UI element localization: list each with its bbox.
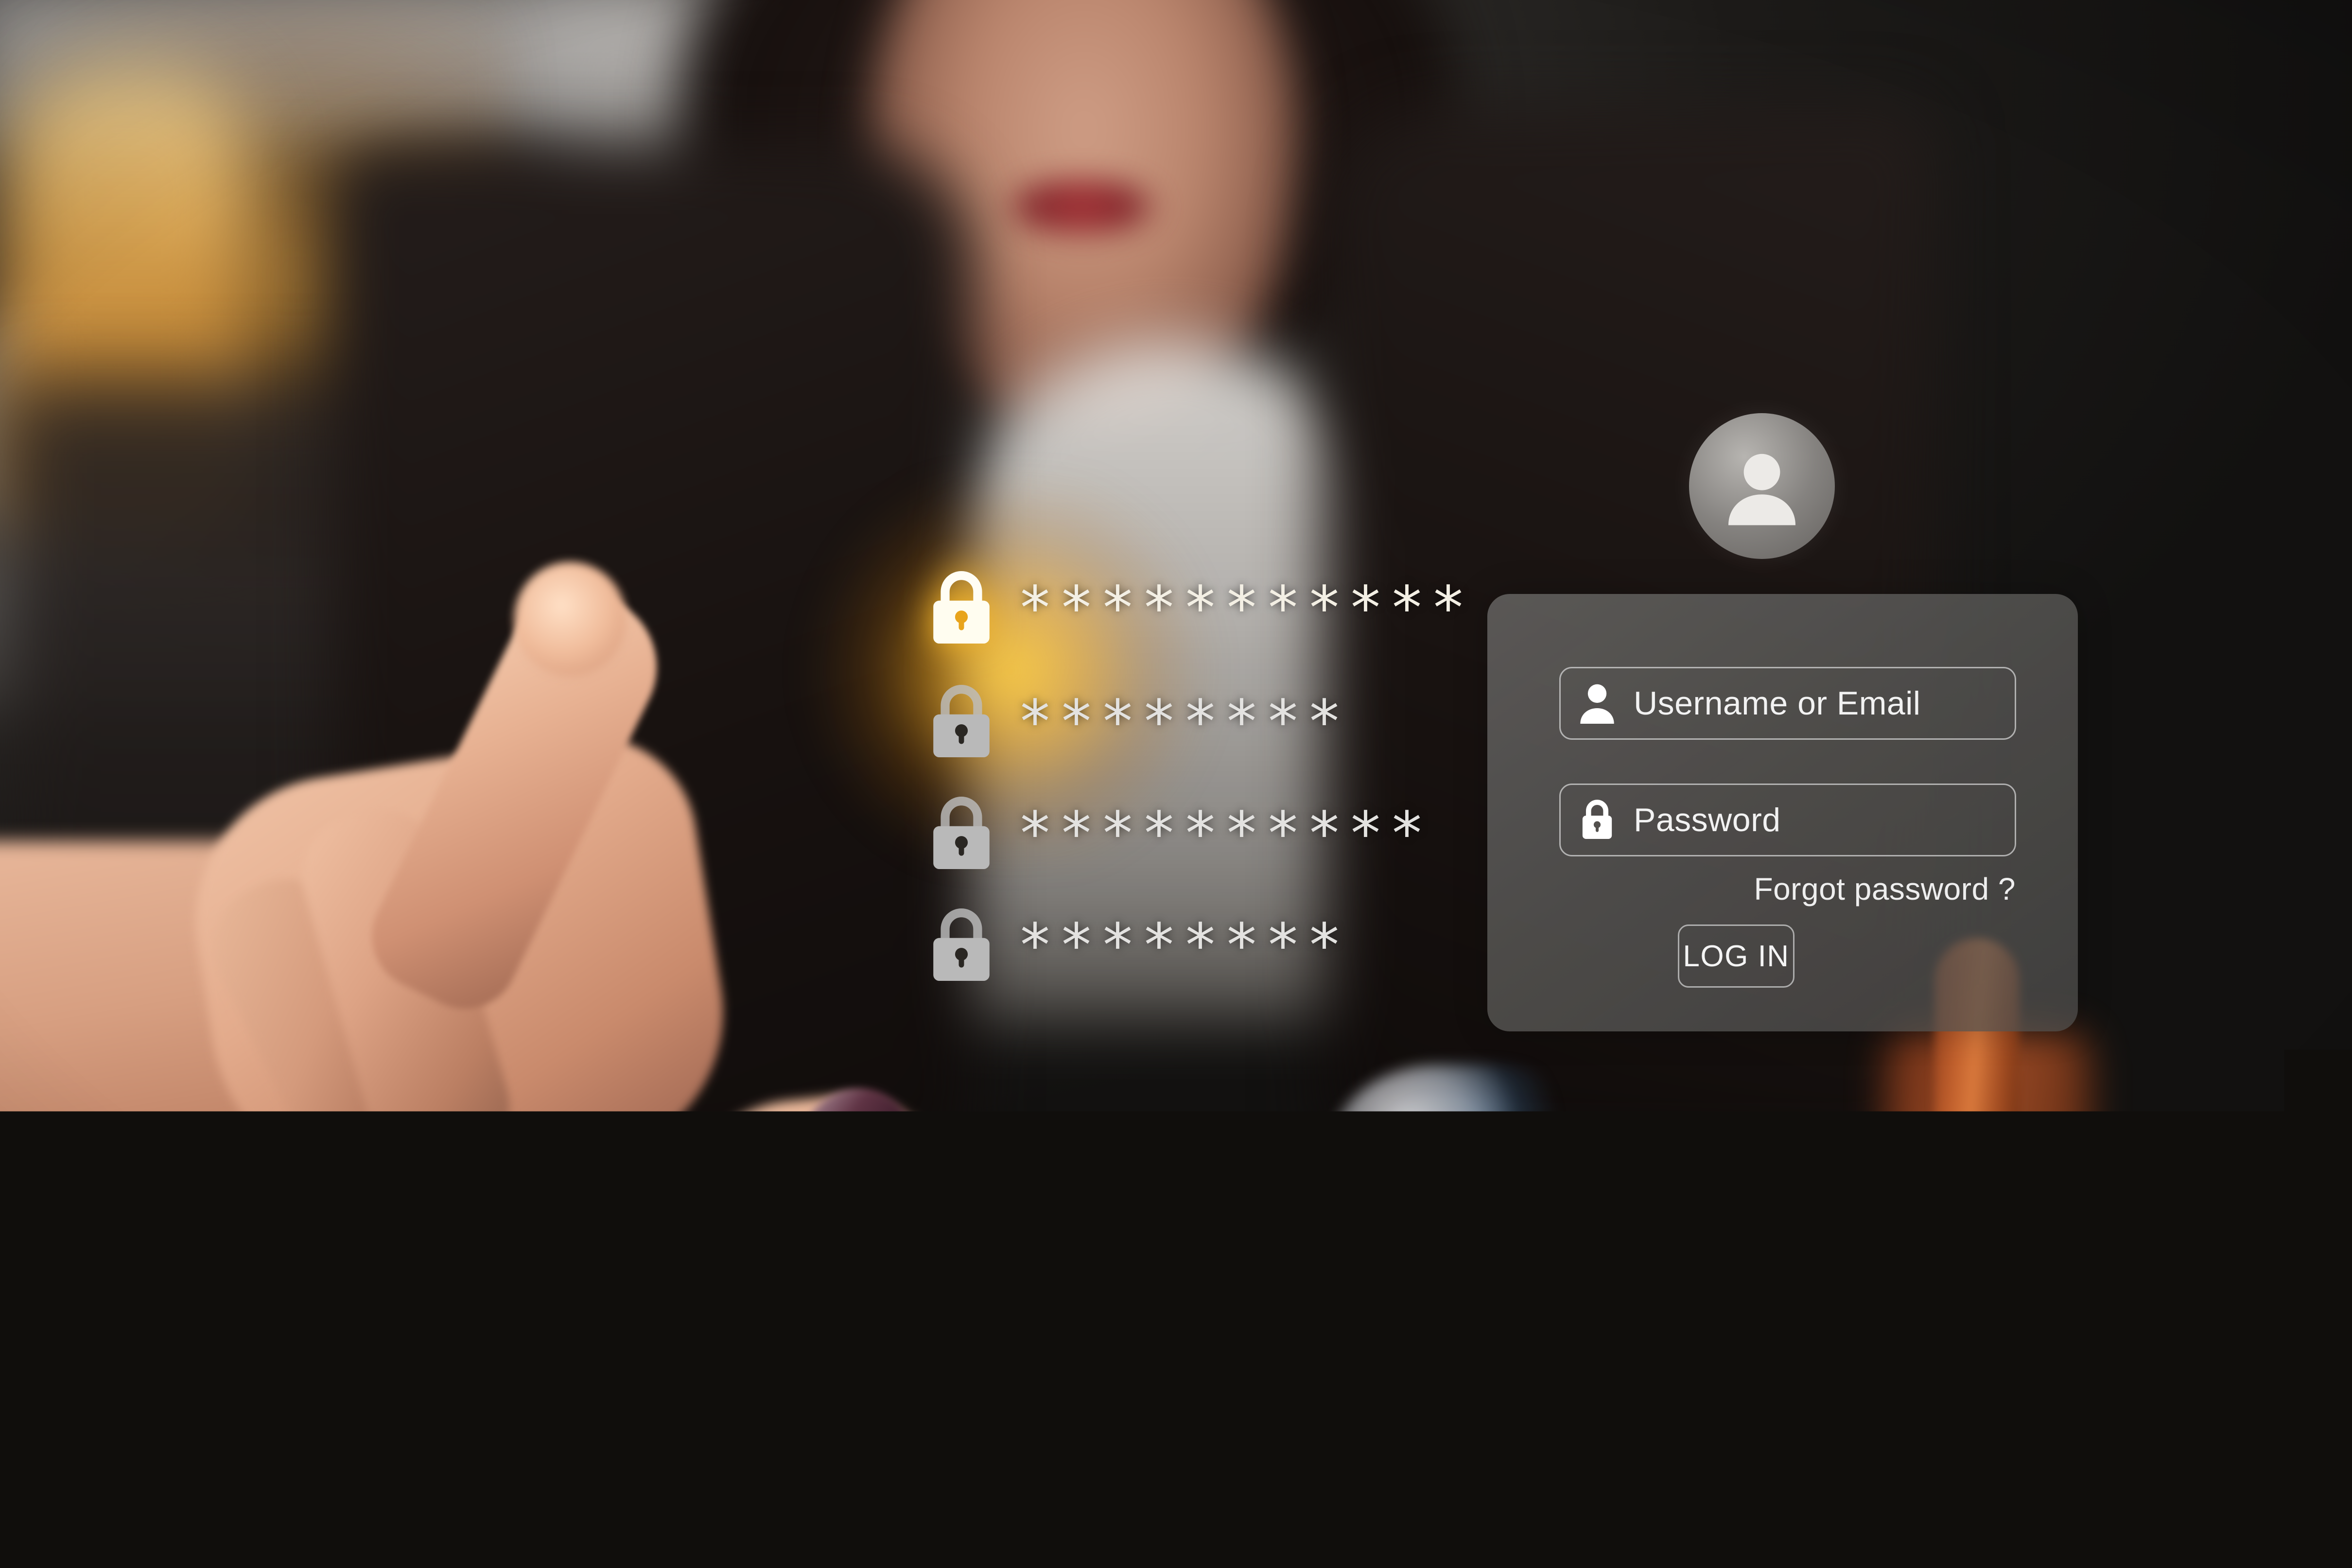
password-input[interactable]: Password — [1559, 784, 2016, 856]
person-icon — [1561, 681, 1634, 726]
notary-stamp-body — [1886, 1030, 2090, 1264]
password-row[interactable]: ******** — [926, 680, 1475, 764]
user-avatar-icon — [1717, 441, 1807, 531]
username-input[interactable]: Username or Email — [1559, 667, 2016, 740]
hand-index-fingertip — [514, 562, 626, 676]
background-desk-lamp — [0, 63, 253, 530]
screenshot-canvas: *********** ******** ********** ********… — [0, 0, 2352, 1568]
avatar — [1689, 413, 1835, 559]
person-lips — [1001, 180, 1162, 233]
wristwatch — [1332, 1064, 1604, 1273]
background-wall-clock — [0, 282, 248, 583]
password-rows-group: *********** ******** ********** ******** — [926, 566, 1475, 987]
password-row[interactable]: ********** — [926, 792, 1475, 875]
background-lamp-glow — [0, 0, 510, 656]
lock-icon[interactable] — [926, 904, 997, 987]
lock-icon[interactable] — [926, 792, 997, 875]
login-card: Username or Email Password Forgot passwo… — [1487, 594, 2078, 1031]
password-mask-text: ********** — [1020, 804, 1433, 863]
username-placeholder: Username or Email — [1634, 684, 1920, 722]
person-face — [870, 0, 1298, 428]
lock-icon-active[interactable] — [926, 566, 997, 650]
password-row[interactable]: *********** — [926, 566, 1475, 650]
notary-stamp-neck — [1917, 1162, 2039, 1254]
password-mask-text: ******** — [1020, 692, 1351, 751]
lock-icon[interactable] — [926, 680, 997, 764]
password-mask-text: *********** — [1020, 578, 1475, 638]
login-button[interactable]: LOG IN — [1678, 924, 1794, 988]
person-hair — [680, 0, 1458, 389]
notary-stamp-brass-ring — [1910, 1235, 2051, 1298]
password-placeholder: Password — [1634, 801, 1781, 839]
background-shelf-dark — [0, 160, 593, 433]
background-shelf-top — [0, 0, 821, 190]
password-mask-text: ******** — [1020, 916, 1351, 975]
lock-icon — [1561, 797, 1634, 843]
forgot-password-link[interactable]: Forgot password ? — [1754, 871, 2016, 907]
password-row[interactable]: ******** — [926, 904, 1475, 987]
